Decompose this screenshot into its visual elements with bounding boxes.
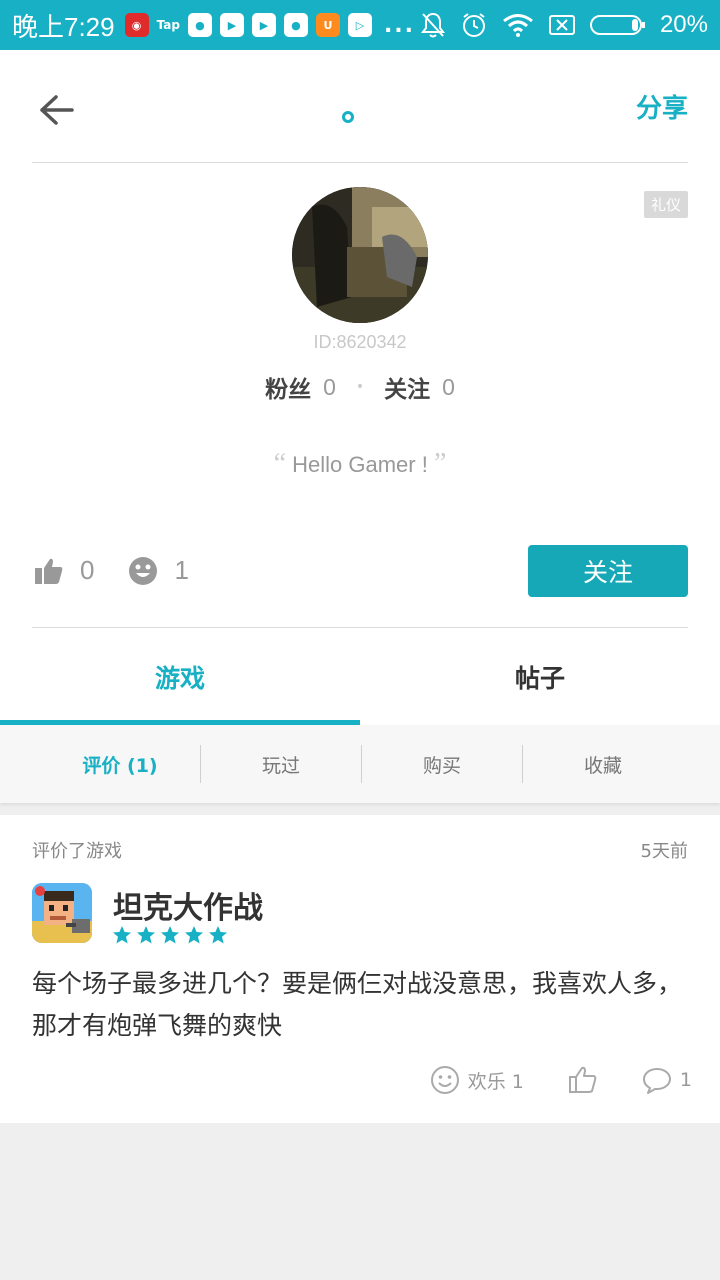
- uc-browser-icon: U: [315, 13, 340, 37]
- app-notification-icon: ●: [187, 13, 212, 37]
- comment-count: 1: [679, 1069, 692, 1091]
- bio-text: Hello Gamer !: [292, 452, 428, 477]
- like-button[interactable]: [568, 1065, 598, 1095]
- following-label[interactable]: 关注: [384, 370, 430, 404]
- no-sim-icon: [548, 14, 576, 36]
- likes-count: 0: [80, 555, 95, 585]
- sub-tabs: 评价 (1) 玩过 购买 收藏: [0, 725, 720, 803]
- top-nav: 分享: [0, 50, 720, 162]
- subtab-reviews[interactable]: 评价 (1): [40, 751, 200, 778]
- comment-bubble-icon: [642, 1068, 671, 1094]
- subtab-purchased[interactable]: 购买: [362, 751, 522, 778]
- mute-bell-icon: [420, 11, 446, 39]
- play-store-icon: ▶: [251, 13, 276, 37]
- subtab-favorites[interactable]: 收藏: [523, 751, 683, 778]
- battery-icon: [589, 14, 646, 36]
- tab-games[interactable]: 游戏: [0, 628, 360, 725]
- loading-dot-icon: [342, 111, 354, 123]
- thumbs-up-outline-icon: [568, 1066, 597, 1093]
- follow-stats: 粉丝 0 • 关注 0: [0, 370, 720, 404]
- share-button[interactable]: 分享: [636, 88, 688, 125]
- etiquette-badge[interactable]: 礼仪: [643, 191, 688, 218]
- game-icon[interactable]: [32, 883, 92, 943]
- netease-music-icon: ◉: [124, 13, 149, 37]
- avatar[interactable]: [292, 187, 428, 323]
- open-quote-icon: “: [273, 448, 287, 479]
- fans-count[interactable]: 0: [323, 374, 336, 401]
- review-card[interactable]: 评价了游戏 5天前 坦克大作战 每个场子最多进几个？要是俩仨对战没意思，我喜欢人…: [0, 815, 720, 1123]
- back-button[interactable]: [32, 86, 80, 134]
- game-name[interactable]: 坦克大作战: [113, 883, 263, 927]
- smiley-face-icon[interactable]: [128, 556, 158, 586]
- fun-reaction-label: 欢乐 1: [467, 1070, 524, 1093]
- fun-reaction-button[interactable]: 欢乐 1: [430, 1065, 524, 1095]
- play-store-icon: ▶: [219, 13, 244, 37]
- follow-button[interactable]: 关注: [528, 545, 688, 597]
- stats-separator: •: [355, 379, 365, 395]
- main-tabs: 游戏 帖子: [0, 628, 720, 725]
- app-notification-icon: ●: [283, 13, 308, 37]
- alarm-icon: [460, 11, 488, 39]
- comment-button[interactable]: 1: [642, 1066, 692, 1094]
- arrow-left-icon: [40, 95, 74, 125]
- review-action-text: 评价了游戏: [32, 841, 122, 862]
- star-icon: [185, 926, 203, 944]
- status-time: 晚上7:29: [12, 11, 115, 42]
- smiley-outline-icon: [430, 1066, 459, 1094]
- more-notifications-icon: ...: [383, 12, 416, 38]
- status-bar: 晚上7:29 ◉ Tap ● ▶ ▶ ● U ▷ ... 20%: [0, 0, 720, 50]
- fans-label[interactable]: 粉丝: [265, 370, 311, 404]
- star-icon: [209, 926, 227, 944]
- notification-icons: ◉ Tap ● ▶ ▶ ● U ▷ ...: [124, 12, 416, 38]
- bio: “ Hello Gamer ! ”: [0, 448, 720, 480]
- divider: [32, 162, 688, 163]
- fun-count: 1: [174, 555, 189, 585]
- battery-percent: 20%: [659, 11, 708, 38]
- review-text[interactable]: 每个场子最多进几个？要是俩仨对战没意思，我喜欢人多，那才有炮弹飞舞的爽快: [32, 963, 692, 1047]
- thumbs-up-icon[interactable]: [34, 557, 64, 585]
- following-count[interactable]: 0: [442, 374, 455, 401]
- subtab-played[interactable]: 玩过: [201, 751, 361, 778]
- wifi-icon: [502, 13, 534, 37]
- rating-stars: [112, 925, 228, 945]
- video-app-icon: ▷: [347, 13, 372, 37]
- taptap-icon: Tap: [156, 18, 180, 32]
- star-icon: [113, 926, 131, 944]
- review-time: 5天前: [640, 841, 688, 862]
- review-actions: 欢乐 1 1: [430, 1065, 692, 1095]
- close-quote-icon: ”: [433, 448, 447, 479]
- tab-posts[interactable]: 帖子: [360, 628, 720, 725]
- star-icon: [161, 926, 179, 944]
- profile-reactions: 0 1: [34, 555, 189, 586]
- user-id: ID:8620342: [313, 332, 407, 352]
- profile-panel: 分享 礼仪 ID:8620342 粉丝 0 • 关注 0 “ Hello Gam…: [0, 50, 720, 725]
- star-icon: [137, 926, 155, 944]
